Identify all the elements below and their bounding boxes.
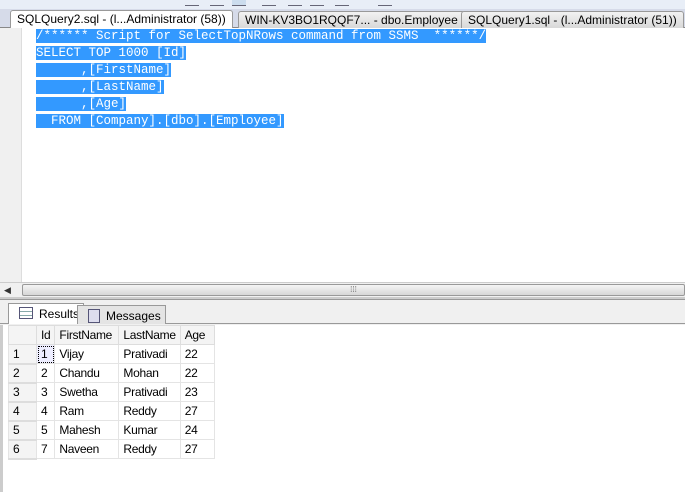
- tab-sqlquery1[interactable]: SQLQuery1.sql - (l...Administrator (51)): [461, 11, 684, 28]
- toolbar-button[interactable]: [210, 0, 224, 6]
- code-line: ,[Age]: [36, 97, 127, 111]
- code-line: ,[FirstName]: [36, 63, 172, 77]
- tab-results[interactable]: Results: [8, 303, 85, 324]
- row-number[interactable]: 1: [8, 344, 37, 365]
- row-number[interactable]: 4: [8, 401, 37, 422]
- code-line: SELECT TOP 1000 [Id]: [36, 46, 187, 60]
- table-row: 1 1 Vijay Prativadi 22: [8, 344, 215, 365]
- row-number[interactable]: 2: [8, 363, 37, 384]
- toolbar-dropdown[interactable]: [378, 0, 392, 6]
- table-row: 3 3 Swetha Prativadi 23: [8, 382, 215, 403]
- row-header-corner[interactable]: [8, 325, 37, 345]
- code-line: ,[LastName]: [36, 80, 164, 94]
- column-header[interactable]: Id: [35, 325, 56, 345]
- toolbar: [0, 0, 685, 9]
- row-number[interactable]: 3: [8, 382, 37, 403]
- toolbar-button[interactable]: [310, 0, 324, 6]
- query-editor[interactable]: /****** Script for SelectTopNRows comman…: [0, 28, 685, 282]
- cell[interactable]: 27: [179, 401, 215, 421]
- tab-employee-table[interactable]: WIN-KV3BO1RQQF7... - dbo.Employee: [238, 11, 465, 28]
- cell[interactable]: Vijay: [54, 344, 120, 364]
- toolbar-button[interactable]: [232, 0, 246, 6]
- cell[interactable]: Prativadi: [118, 344, 181, 364]
- table-row: 6 7 Naveen Reddy 27: [8, 439, 215, 460]
- grip-icon: ⁞⁞⁞: [350, 285, 357, 294]
- cell[interactable]: 4: [35, 401, 56, 421]
- cell[interactable]: Prativadi: [118, 382, 181, 402]
- tab-messages-label: Messages: [106, 309, 161, 323]
- cell[interactable]: Swetha: [54, 382, 120, 402]
- grid-icon: [19, 307, 33, 319]
- code-line: FROM [Company].[dbo].[Employee]: [36, 114, 284, 128]
- cell[interactable]: Naveen: [54, 439, 120, 459]
- table-row: 5 5 Mahesh Kumar 24: [8, 420, 215, 441]
- code-line: /****** Script for SelectTopNRows comman…: [36, 29, 487, 43]
- cell[interactable]: Mohan: [118, 363, 181, 383]
- cell[interactable]: 2: [35, 363, 56, 383]
- editor-margin: [0, 28, 22, 282]
- table-row: 2 2 Chandu Mohan 22: [8, 363, 215, 384]
- column-header[interactable]: LastName: [118, 325, 181, 345]
- messages-icon: [88, 309, 100, 323]
- results-tabs: Results Messages: [0, 300, 685, 324]
- cell[interactable]: Mahesh: [54, 420, 120, 440]
- tab-results-label: Results: [39, 307, 80, 321]
- column-header[interactable]: FirstName: [54, 325, 120, 345]
- cell[interactable]: 27: [179, 439, 215, 459]
- cell[interactable]: Kumar: [118, 420, 181, 440]
- toolbar-button[interactable]: [335, 0, 349, 6]
- cell[interactable]: 22: [179, 363, 215, 383]
- toolbar-button[interactable]: [288, 0, 302, 6]
- horizontal-scrollbar[interactable]: ◀ ⁞⁞⁞: [0, 282, 685, 297]
- cell[interactable]: 5: [35, 420, 56, 440]
- cell[interactable]: Reddy: [118, 401, 181, 421]
- cell[interactable]: 24: [179, 420, 215, 440]
- toolbar-button[interactable]: [262, 0, 276, 6]
- cell[interactable]: 22: [179, 344, 215, 364]
- cell[interactable]: Ram: [54, 401, 120, 421]
- scroll-left-arrow-icon[interactable]: ◀: [4, 285, 11, 296]
- table-row: 4 4 Ram Reddy 27: [8, 401, 215, 422]
- column-header[interactable]: Age: [179, 325, 215, 345]
- header-row: Id FirstName LastName Age: [8, 325, 215, 345]
- tab-sqlquery2[interactable]: SQLQuery2.sql - (l...Administrator (58)): [10, 10, 233, 29]
- cell[interactable]: Chandu: [54, 363, 120, 383]
- cell[interactable]: 1: [35, 344, 56, 364]
- results-grid[interactable]: Id FirstName LastName Age 1 1 Vijay Prat…: [8, 325, 215, 460]
- row-number[interactable]: 5: [8, 420, 37, 441]
- cell[interactable]: Reddy: [118, 439, 181, 459]
- cell[interactable]: 23: [179, 382, 215, 402]
- scrollbar-thumb[interactable]: ⁞⁞⁞: [22, 284, 685, 296]
- cell[interactable]: 3: [35, 382, 56, 402]
- cell[interactable]: 7: [35, 439, 56, 459]
- toolbar-button[interactable]: [185, 0, 199, 6]
- row-number[interactable]: 6: [8, 439, 37, 460]
- document-tabs: SQLQuery2.sql - (l...Administrator (58))…: [0, 9, 685, 29]
- tab-messages[interactable]: Messages: [77, 305, 166, 324]
